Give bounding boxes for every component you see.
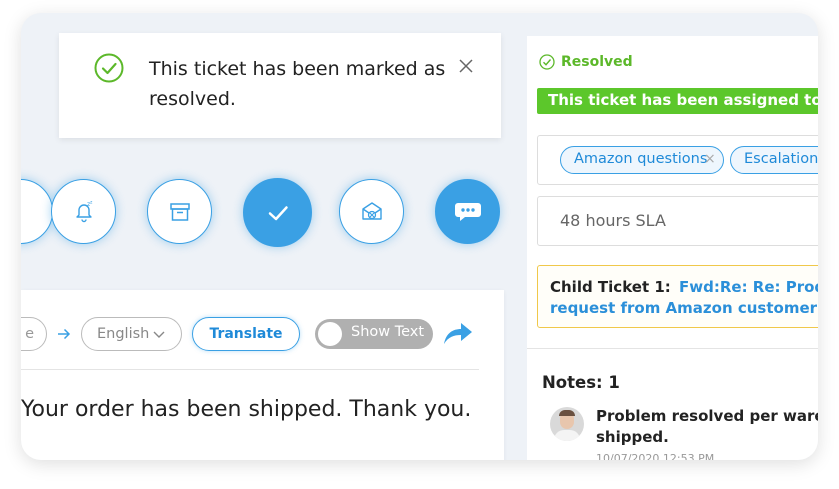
avatar: [550, 407, 584, 441]
toast-message: This ticket has been marked as resolved.: [149, 58, 446, 110]
assigned-banner-text: This ticket has been assigned to y: [548, 91, 818, 109]
archive-button[interactable]: [147, 179, 212, 244]
tag-label: Escalation: [744, 151, 818, 167]
mail-block-icon: [361, 201, 382, 220]
target-language-value: English: [97, 326, 150, 342]
spam-button[interactable]: [339, 179, 404, 244]
child-ticket-link-line1[interactable]: Fwd:Re: Re: Prod: [679, 278, 818, 296]
tags-box: Amazon questions × Escalation: [537, 135, 818, 185]
partial-action-button[interactable]: [21, 179, 53, 244]
panel-divider: [21, 369, 479, 370]
check-circle-icon: [94, 53, 124, 83]
remove-tag-icon[interactable]: ×: [704, 147, 716, 172]
toggle-knob: [318, 322, 342, 346]
arrow-right-icon: [58, 328, 71, 340]
reply-button[interactable]: [435, 179, 500, 244]
notes-title: Notes: 1: [542, 373, 620, 392]
tag-escalation[interactable]: Escalation: [730, 146, 818, 174]
app-window: This ticket has been marked as resolved.…: [21, 13, 818, 460]
note-text-line2: shipped.: [596, 428, 669, 446]
show-text-toggle[interactable]: Show Text: [315, 319, 433, 349]
show-text-label: Show Text: [351, 324, 425, 340]
archive-icon: [169, 202, 190, 221]
message-panel: e English Translate Show Text Your order…: [21, 290, 504, 460]
source-language-select[interactable]: e: [21, 317, 47, 351]
child-ticket-box: Child Ticket 1: Fwd:Re: Re: Prod request…: [537, 265, 818, 328]
resolved-toast: This ticket has been marked as resolved.: [59, 33, 501, 138]
check-circle-small-icon: [539, 54, 555, 70]
assigned-banner: This ticket has been assigned to y: [537, 88, 818, 114]
chat-bubble-icon: [454, 202, 481, 221]
tag-label: Amazon questions: [574, 151, 708, 167]
forward-arrow-icon[interactable]: [442, 320, 474, 346]
target-language-select[interactable]: English: [81, 317, 182, 351]
message-body: Your order has been shipped. Thank you.: [21, 397, 472, 422]
svg-text:z: z: [90, 200, 93, 205]
source-language-value: e: [25, 326, 34, 342]
status-label: Resolved: [561, 54, 633, 70]
child-ticket-label: Child Ticket 1:: [550, 278, 671, 296]
bell-snooze-icon: z z: [75, 200, 93, 222]
ticket-sidebar: Resolved This ticket has been assigned t…: [527, 36, 818, 460]
avatar-hair: [559, 410, 575, 416]
note-timestamp: 10/07/2020 12:53 PM: [596, 452, 715, 460]
snooze-button[interactable]: z z: [51, 179, 116, 244]
avatar-shirt: [554, 430, 580, 441]
note-text-line1: Problem resolved per wareh: [596, 407, 818, 425]
translate-label: Translate: [209, 326, 283, 342]
close-icon[interactable]: [459, 59, 473, 73]
child-ticket-link-line2[interactable]: request from Amazon customer a: [550, 299, 818, 317]
chevron-down-icon: [153, 331, 165, 338]
translate-button[interactable]: Translate: [192, 317, 300, 351]
check-icon: [268, 205, 288, 220]
resolve-button[interactable]: [243, 178, 312, 247]
sla-field[interactable]: 48 hours SLA: [537, 196, 818, 246]
tag-amazon-questions[interactable]: Amazon questions ×: [560, 146, 724, 174]
sla-value: 48 hours SLA: [560, 211, 666, 230]
sidebar-divider: [527, 348, 818, 349]
